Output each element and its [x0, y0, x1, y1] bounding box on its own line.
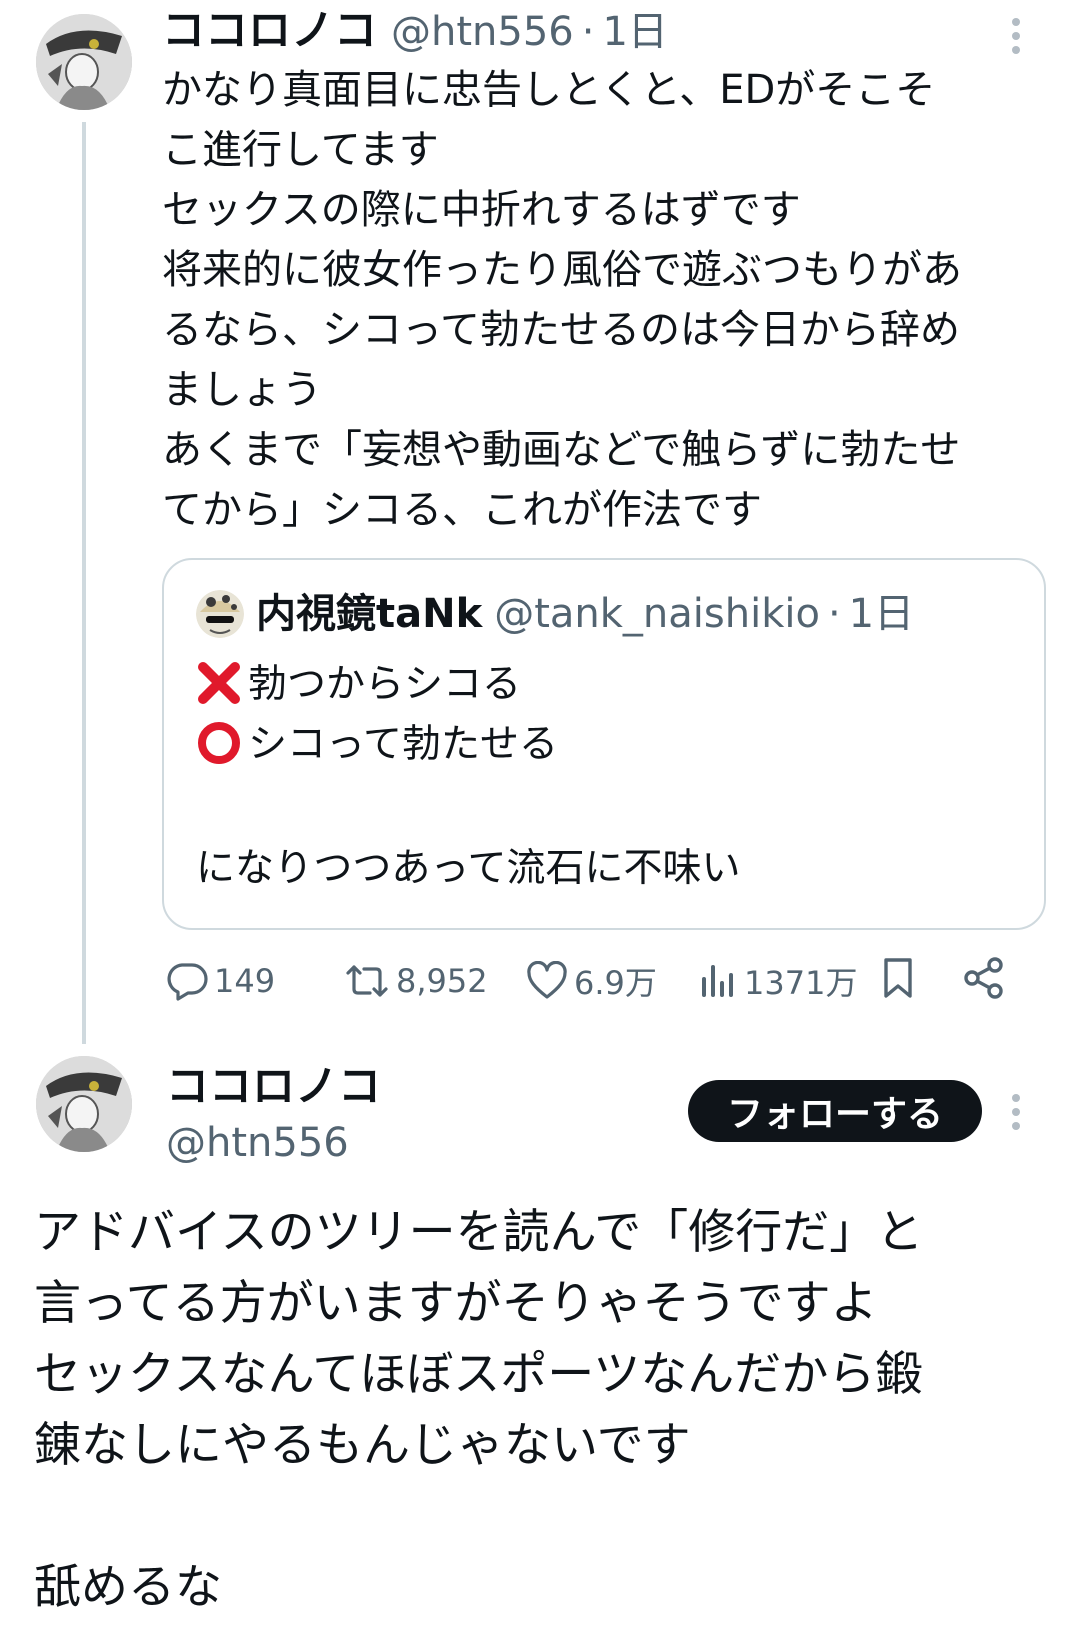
dot-separator: · — [827, 591, 841, 637]
author-name[interactable]: ココロノコ — [162, 6, 377, 56]
reply-button[interactable]: 149 — [166, 956, 275, 1006]
circle-mark-icon — [196, 720, 242, 770]
reply-icon — [166, 961, 208, 1001]
author-handle[interactable]: @htn556 — [166, 1118, 349, 1168]
tweet-time[interactable]: 1日 — [602, 7, 667, 57]
more-vertical-icon[interactable] — [1010, 16, 1022, 63]
views-button[interactable]: 1371万 — [700, 956, 857, 1006]
quoted-text-line: シコって勃たせる — [248, 722, 559, 767]
author-avatar[interactable] — [36, 1056, 132, 1152]
cross-mark-icon — [196, 660, 242, 710]
repost-button[interactable]: 8,952 — [344, 956, 488, 1006]
quoted-author-handle: @tank_naishikio — [494, 591, 820, 637]
dot-separator: · — [581, 9, 595, 55]
quoted-line-2: シコって勃たせる — [196, 714, 558, 775]
thread-connector-line — [82, 122, 86, 1044]
like-count: 6.9万 — [574, 964, 657, 1002]
avatar-illustration — [36, 14, 132, 110]
tweet-text: アドバイスのツリーを読んで「修行だ」と 言ってる方がいますがそりゃそうですよ セ… — [34, 1205, 924, 1615]
views-icon — [700, 961, 738, 1001]
tweet-text: かなり真面目に忠告しとくと、EDがそこそ こ進行してます セックスの際に中折れす… — [162, 67, 962, 533]
author-name[interactable]: ココロノコ — [166, 1062, 381, 1112]
follow-button[interactable]: フォローする — [688, 1080, 982, 1142]
reply-count: 149 — [214, 962, 276, 1000]
quoted-tweet-header: 内視鏡taNk @tank_naishikio · 1日 — [256, 590, 914, 638]
heart-icon — [526, 961, 568, 1001]
quoted-text-line: になりつつあって流石に不味い — [196, 846, 741, 891]
quoted-author-avatar — [196, 590, 244, 638]
repost-icon — [344, 961, 390, 1001]
views-count: 1371万 — [744, 964, 858, 1002]
repost-count: 8,952 — [396, 962, 488, 1000]
share-icon[interactable] — [962, 956, 1006, 1004]
author-avatar[interactable] — [36, 14, 132, 110]
bookmark-icon[interactable] — [880, 956, 916, 1004]
avatar-illustration — [36, 1056, 132, 1152]
author-handle[interactable]: @htn556 — [391, 7, 574, 57]
quoted-tweet-time: 1日 — [848, 591, 915, 637]
more-vertical-icon[interactable] — [1010, 1092, 1022, 1139]
tweet-header: ココロノコ @htn556 · 1日 — [162, 6, 668, 57]
quoted-line-1: 勃つからシコる — [196, 654, 521, 715]
like-button[interactable]: 6.9万 — [526, 956, 657, 1006]
quoted-author-name: 内視鏡taNk — [256, 591, 483, 637]
quoted-text-line: 勃つからシコる — [248, 662, 522, 707]
